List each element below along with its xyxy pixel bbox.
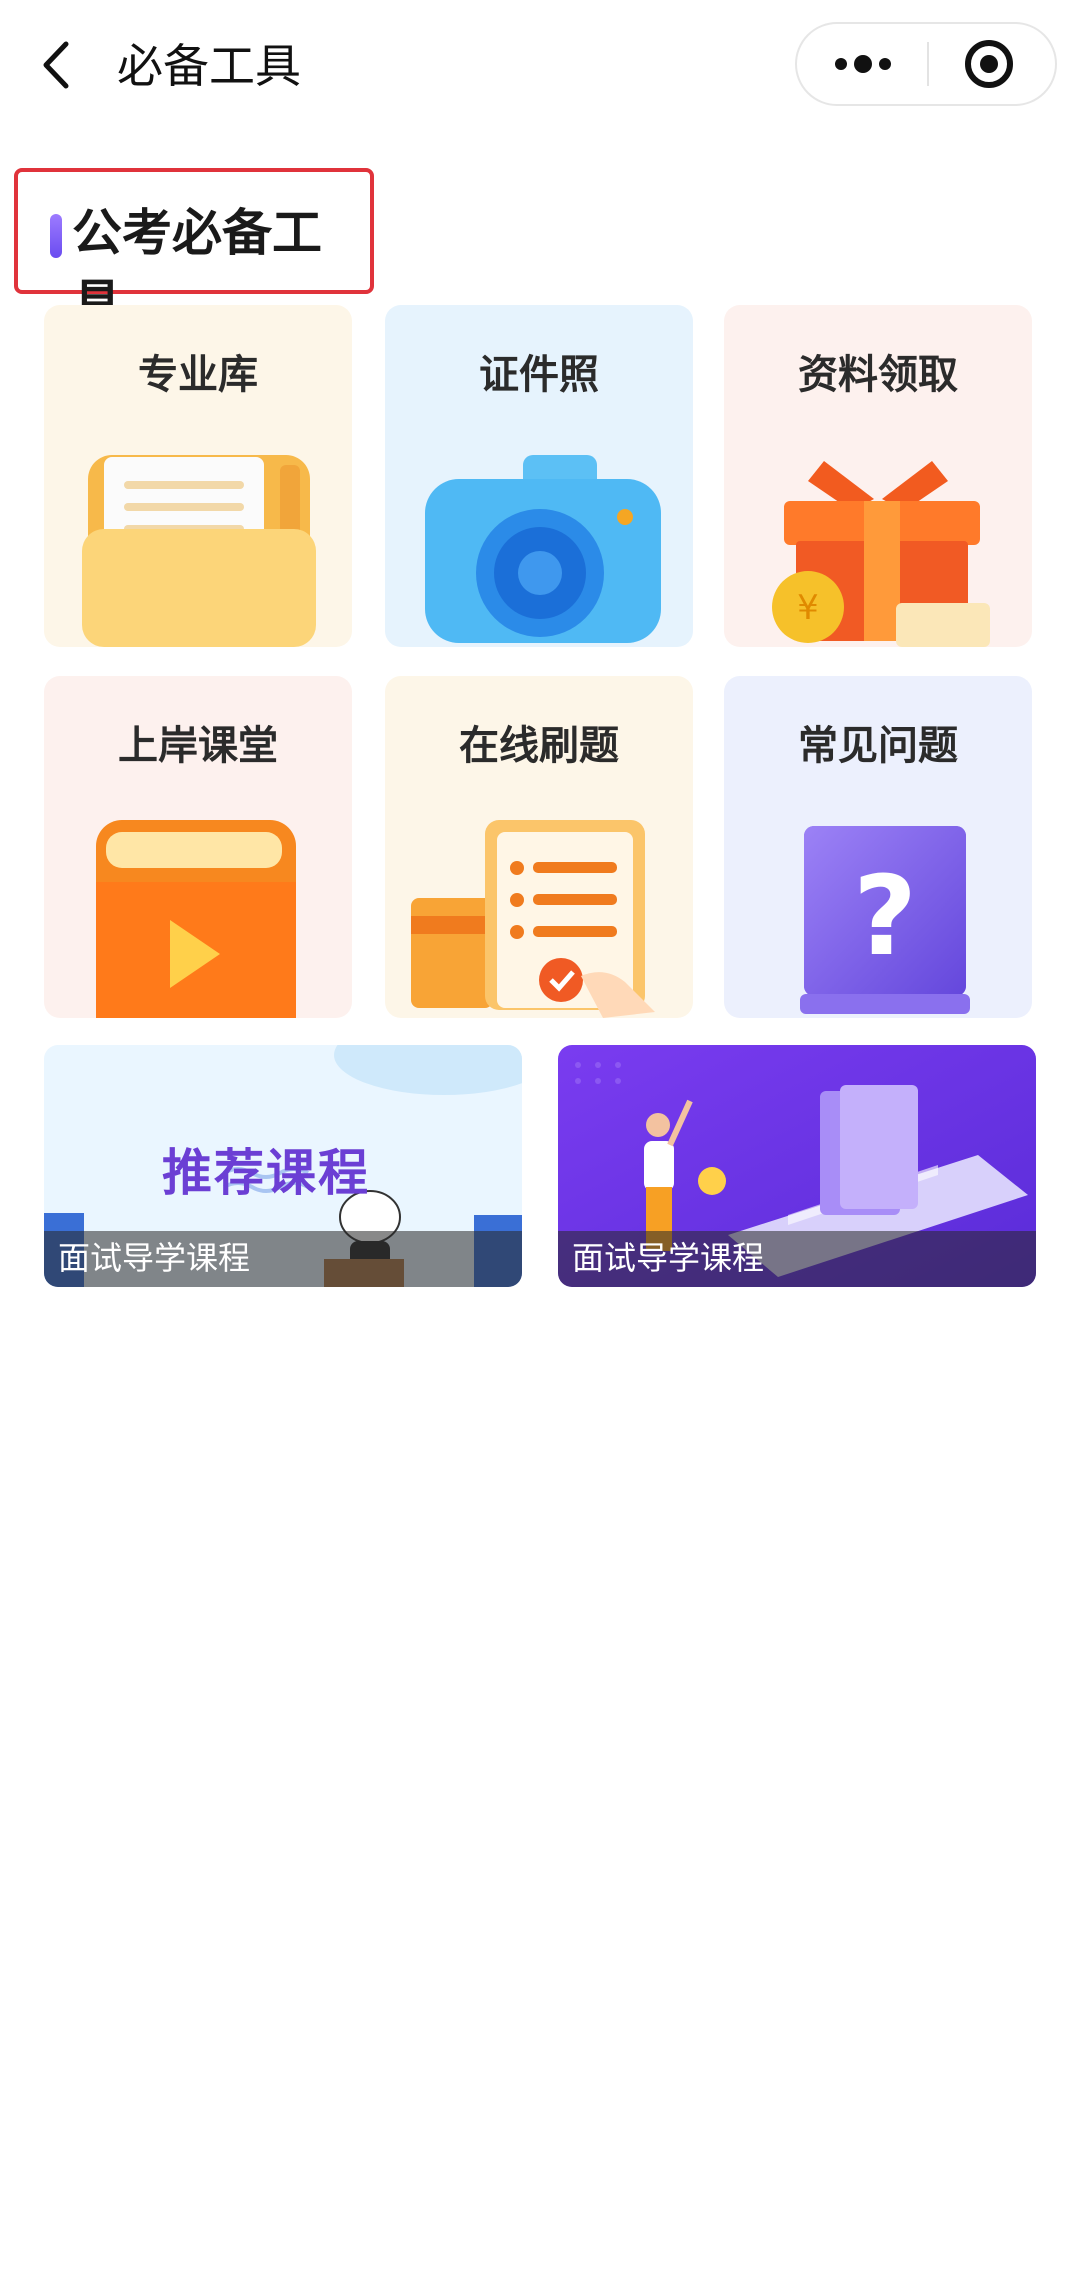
section-accent-bar — [50, 214, 62, 258]
tool-card-materials[interactable]: ¥ 资料领取 — [724, 305, 1032, 647]
tool-label: 专业库 — [138, 352, 258, 398]
chevron-left-icon — [43, 41, 69, 89]
tool-label: 证件照 — [479, 352, 599, 398]
navigation-bar: 必备工具 — [0, 0, 1080, 130]
back-button[interactable] — [30, 30, 90, 100]
tool-card-id-photo[interactable]: 证件照 — [385, 305, 693, 647]
tool-label: 资料领取 — [798, 352, 958, 398]
close-program-button[interactable] — [929, 24, 1055, 104]
mini-program-capsule — [795, 22, 1057, 106]
tool-card-online-quiz[interactable]: 在线刷题 — [385, 676, 693, 1018]
course-banner-1[interactable]: 推荐课程 面试导学课程 — [44, 1045, 522, 1287]
tool-card-faq[interactable]: ? 常见问题 — [724, 676, 1032, 1018]
tool-label: 上岸课堂 — [118, 723, 278, 769]
tool-label: 在线刷题 — [459, 723, 619, 769]
banner-caption: 面试导学课程 — [58, 1239, 251, 1277]
svg-text:¥: ¥ — [797, 588, 819, 628]
svg-text:?: ? — [853, 852, 917, 980]
section-header-highlight: 公考必备工具 — [14, 168, 374, 332]
course-banner-2[interactable]: 面试导学课程 — [558, 1045, 1036, 1287]
tool-label: 常见问题 — [798, 723, 958, 769]
banner-headline: 推荐课程 — [162, 1144, 370, 1202]
tool-card-class[interactable]: 上岸课堂 — [44, 676, 352, 1018]
tool-card-major-library[interactable]: 专业库 — [44, 305, 352, 647]
target-circle-icon — [965, 40, 1013, 88]
more-button[interactable] — [797, 24, 927, 104]
more-dots-icon — [835, 55, 891, 73]
page-title: 必备工具 — [117, 39, 301, 93]
banner-caption: 面试导学课程 — [572, 1239, 765, 1277]
